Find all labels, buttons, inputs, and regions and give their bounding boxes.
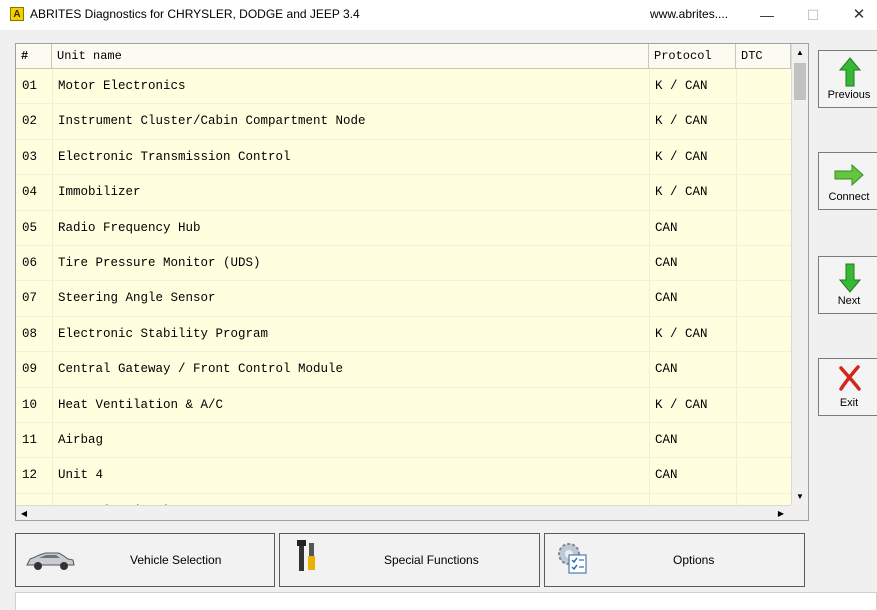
next-label: Next xyxy=(837,295,861,307)
table-row[interactable]: 03 Electronic Transmission Control K / CAN xyxy=(16,140,791,176)
window-title: ABRITES Diagnostics for CHRYSLER, DODGE … xyxy=(30,7,360,21)
unit-protocol: CAN xyxy=(655,255,678,270)
exit-label: Exit xyxy=(839,397,859,409)
unit-name: Instrument Cluster/Cabin Compartment Nod… xyxy=(58,114,366,129)
scroll-left-arrow-icon[interactable]: ◀ xyxy=(16,506,32,520)
table-row[interactable]: 04 Immobilizer K / CAN xyxy=(16,175,791,211)
minimize-button[interactable]: — xyxy=(744,0,790,30)
red-x-icon xyxy=(839,365,861,391)
table-row[interactable]: 01 Motor Electronics K / CAN xyxy=(16,69,791,105)
table-row[interactable]: 05 Radio Frequency Hub CAN xyxy=(16,211,791,246)
header-dtc[interactable]: DTC xyxy=(736,44,791,68)
table-row[interactable]: 06 Tire Pressure Monitor (UDS) CAN xyxy=(16,246,791,282)
title-bar: A ABRITES Diagnostics for CHRYSLER, DODG… xyxy=(0,0,877,31)
table-row[interactable]: 10 Heat Ventilation & A/C K / CAN xyxy=(16,388,791,423)
unit-name: Intrusion (ITM) xyxy=(58,494,171,505)
unit-name: Heat Ventilation & A/C xyxy=(58,397,224,412)
unit-name: Steering Angle Sensor xyxy=(58,291,216,306)
special-functions-button[interactable]: Special Functions xyxy=(279,533,540,587)
unit-number: 09 xyxy=(22,362,38,377)
options-button[interactable]: Options xyxy=(544,533,805,587)
table-row[interactable]: 08 Electronic Stability Program K / CAN xyxy=(16,317,791,353)
options-label: Options xyxy=(673,553,715,567)
connect-label: Connect xyxy=(828,191,870,203)
unit-number: 08 xyxy=(22,326,38,341)
unit-number: 13 xyxy=(22,494,37,505)
unit-number: 01 xyxy=(22,79,38,93)
scroll-down-arrow-icon[interactable]: ▼ xyxy=(792,488,808,505)
header-number[interactable]: # xyxy=(16,44,52,68)
unit-name: Electronic Transmission Control xyxy=(58,149,291,164)
unit-protocol: K / CAN xyxy=(655,79,708,93)
vehicle-selection-button[interactable]: Vehicle Selection xyxy=(15,533,275,587)
unit-protocol: CAN xyxy=(655,362,678,377)
horizontal-scrollbar[interactable]: ◀ ▶ xyxy=(16,505,791,520)
unit-number: 04 xyxy=(22,185,38,200)
green-down-arrow-icon xyxy=(839,263,861,293)
special-functions-label: Special Functions xyxy=(384,553,479,567)
unit-protocol: K / CAN xyxy=(655,114,708,129)
unit-protocol: K / CAN xyxy=(655,149,708,164)
unit-number: 05 xyxy=(22,220,38,235)
unit-name: Tire Pressure Monitor (UDS) xyxy=(58,255,261,270)
table-row[interactable]: 09 Central Gateway / Front Control Module… xyxy=(16,352,791,388)
unit-number: 12 xyxy=(22,468,38,483)
unit-protocol: K / CAN xyxy=(655,397,708,412)
table-header: # Unit name Protocol DTC xyxy=(16,44,791,69)
unit-protocol: CAN xyxy=(655,220,678,235)
vehicle-selection-label: Vehicle Selection xyxy=(130,553,222,567)
unit-protocol: CAN xyxy=(655,494,678,505)
units-table: # Unit name Protocol DTC 01 Motor Electro… xyxy=(15,43,809,521)
connect-button[interactable]: Connect xyxy=(818,152,877,210)
unit-name: Radio Frequency Hub xyxy=(58,220,201,235)
table-row[interactable]: 13 Intrusion (ITM) CAN xyxy=(16,494,791,505)
unit-protocol: CAN xyxy=(655,291,678,306)
car-icon xyxy=(26,552,75,570)
table-row[interactable]: 11 Airbag CAN xyxy=(16,423,791,459)
maximize-button[interactable]: ☐ xyxy=(790,0,836,30)
table-row[interactable]: 02 Instrument Cluster/Cabin Compartment N… xyxy=(16,104,791,140)
window-url: www.abrites.... xyxy=(650,7,729,21)
close-button[interactable]: ✕ xyxy=(836,0,877,30)
unit-name: Electronic Stability Program xyxy=(58,326,269,341)
unit-number: 10 xyxy=(22,397,38,412)
unit-name: Central Gateway / Front Control Module xyxy=(58,362,344,377)
scrollbar-corner xyxy=(791,505,808,520)
settings-checklist-icon xyxy=(558,543,587,574)
exit-button[interactable]: Exit xyxy=(818,358,877,416)
header-protocol[interactable]: Protocol xyxy=(649,44,736,68)
unit-protocol: K / CAN xyxy=(655,185,708,200)
units-grid: # Unit name Protocol DTC 01 Motor Electro… xyxy=(16,44,791,505)
vertical-scrollbar[interactable]: ▲ ▼ xyxy=(791,44,808,505)
unit-number: 11 xyxy=(22,432,38,447)
scroll-right-arrow-icon[interactable]: ▶ xyxy=(773,506,789,520)
unit-name: Motor Electronics xyxy=(58,79,186,93)
unit-protocol: K / CAN xyxy=(655,326,708,341)
green-up-arrow-icon xyxy=(839,57,861,87)
green-right-arrow-icon xyxy=(834,163,864,187)
tools-icon xyxy=(297,540,315,571)
unit-name: Airbag xyxy=(58,432,104,447)
previous-button[interactable]: Previous xyxy=(818,50,877,108)
unit-name: Unit 4 xyxy=(58,468,104,483)
status-bar xyxy=(15,592,877,610)
unit-protocol: CAN xyxy=(655,468,678,483)
unit-number: 02 xyxy=(22,114,38,129)
vertical-scroll-thumb[interactable] xyxy=(794,63,806,100)
unit-number: 07 xyxy=(22,291,38,306)
scroll-up-arrow-icon[interactable]: ▲ xyxy=(792,44,808,61)
header-unit-name[interactable]: Unit name xyxy=(52,44,649,68)
next-button[interactable]: Next xyxy=(818,256,877,314)
table-body: 01 Motor Electronics K / CAN 02 Instrument … xyxy=(16,69,791,505)
previous-label: Previous xyxy=(827,89,871,101)
unit-name: Immobilizer xyxy=(58,185,141,200)
unit-protocol: CAN xyxy=(655,432,678,447)
unit-number: 03 xyxy=(22,149,38,164)
table-row[interactable]: 07 Steering Angle Sensor CAN xyxy=(16,281,791,317)
unit-number: 06 xyxy=(22,255,38,270)
app-logo-icon: A xyxy=(10,7,24,21)
table-row[interactable]: 12 Unit 4 CAN xyxy=(16,458,791,494)
